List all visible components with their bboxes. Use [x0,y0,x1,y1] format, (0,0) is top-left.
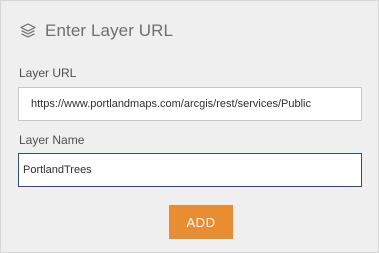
layers-icon [18,21,38,41]
dialog-title: Enter Layer URL [45,21,174,40]
add-button[interactable]: ADD [169,205,233,239]
layer-url-input[interactable] [18,87,362,121]
add-layer-panel: Enter Layer URL Layer URL Layer Name ADD [0,0,379,253]
layer-url-label: Layer URL [19,66,77,80]
layer-name-input[interactable] [18,153,362,187]
layer-name-label: Layer Name [19,133,85,147]
dialog-header: Enter Layer URL [18,19,173,43]
